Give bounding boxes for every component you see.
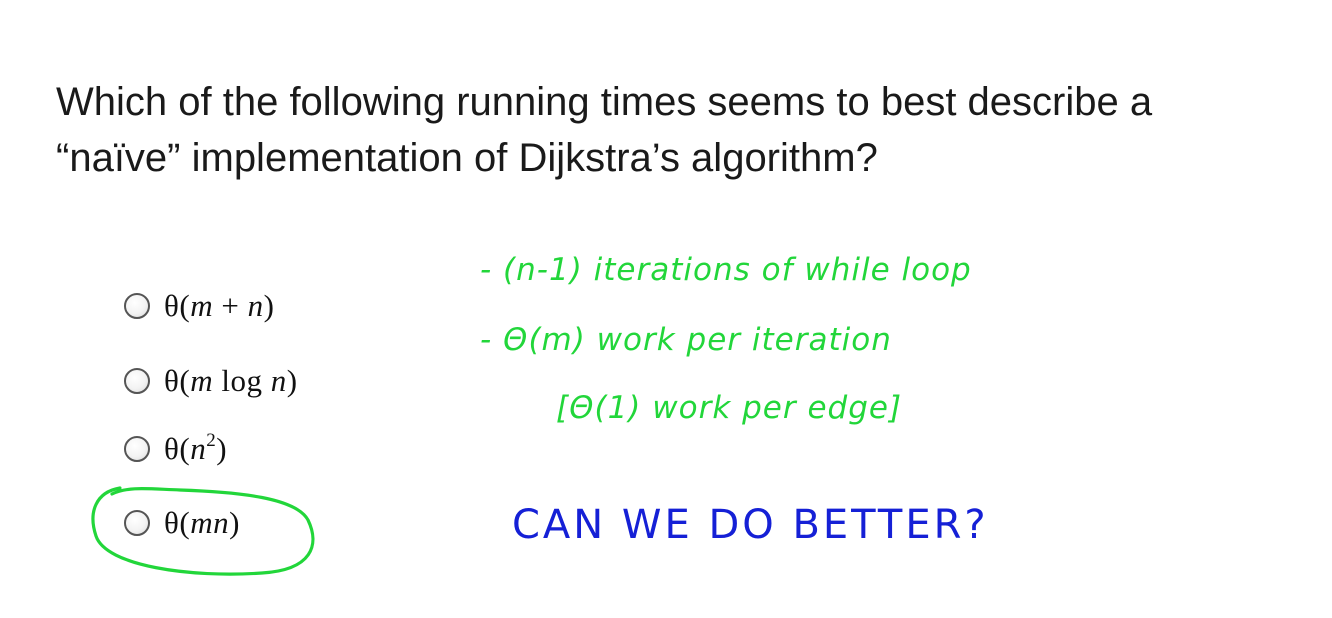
annotation-can-we-do-better: CAN WE DO BETTER? bbox=[512, 502, 989, 548]
option-label: θ(n2) bbox=[164, 430, 228, 466]
annotation-work-per-iteration: - Θ(m) work per iteration bbox=[480, 322, 892, 358]
option-label: θ(mn) bbox=[164, 505, 240, 540]
radio-button-icon[interactable] bbox=[124, 510, 150, 536]
radio-button-icon[interactable] bbox=[124, 368, 150, 394]
question-line-1: Which of the following running times see… bbox=[56, 80, 1153, 124]
option-label: θ(m + n) bbox=[164, 288, 275, 323]
option-m-log-n[interactable]: θ(m log n) bbox=[124, 363, 298, 399]
radio-button-icon[interactable] bbox=[124, 436, 150, 462]
option-label: θ(m log n) bbox=[164, 363, 298, 398]
annotation-work-per-edge: [Θ(1) work per edge] bbox=[556, 390, 903, 426]
radio-button-icon[interactable] bbox=[124, 293, 150, 319]
question-line-2: “naïve” implementation of Dijkstra’s alg… bbox=[56, 136, 878, 180]
question-text: Which of the following running times see… bbox=[56, 74, 1296, 186]
option-n-squared[interactable]: θ(n2) bbox=[124, 431, 227, 467]
annotation-iterations: - (n-1) iterations of while loop bbox=[480, 252, 972, 288]
option-m-plus-n[interactable]: θ(m + n) bbox=[124, 288, 274, 324]
option-mn[interactable]: θ(mn) bbox=[124, 505, 240, 541]
slide: Which of the following running times see… bbox=[0, 0, 1332, 618]
